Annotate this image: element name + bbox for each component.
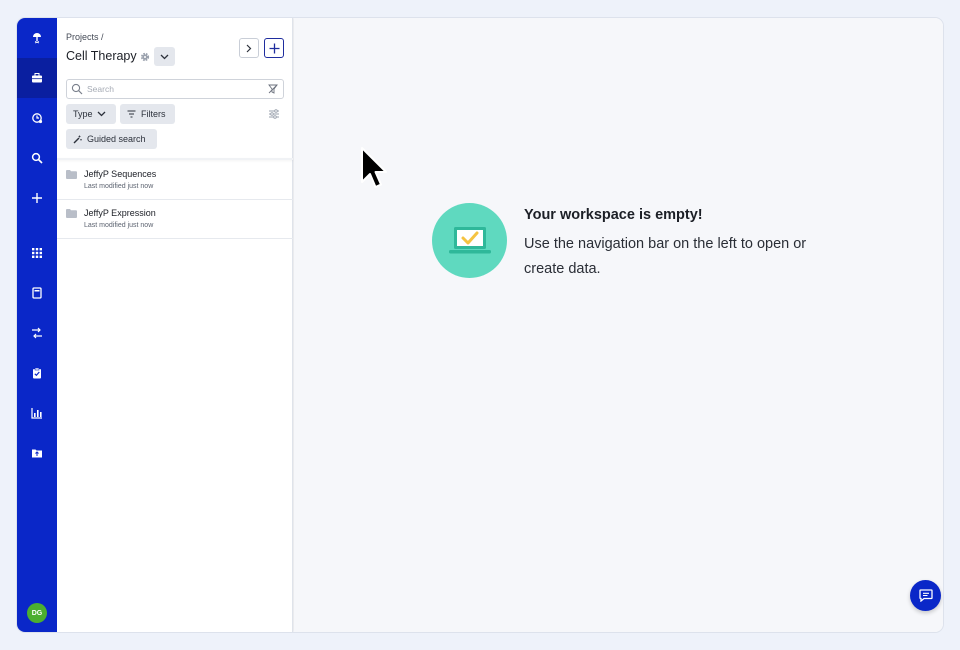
- folder-icon: [66, 209, 77, 218]
- history-icon: [32, 113, 43, 124]
- folder-icon: [66, 170, 77, 179]
- rail-item-import[interactable]: [17, 433, 57, 473]
- list-item[interactable]: JeffyP Sequences Last modified just now: [57, 161, 293, 200]
- search-field: [66, 79, 284, 99]
- list-item[interactable]: JeffyP Expression Last modified just now: [57, 200, 293, 239]
- search-icon: [71, 83, 83, 95]
- folder-upload-icon: [32, 449, 42, 458]
- type-filter-label: Type: [73, 109, 93, 119]
- laptop-check-icon: [448, 226, 491, 253]
- bar-chart-icon: [31, 408, 42, 419]
- search-icon: [31, 152, 43, 164]
- project-panel: Projects / Cell Therapy Type Filters: [57, 18, 293, 632]
- expand-panel-button[interactable]: [239, 38, 259, 58]
- apps-grid-icon: [32, 248, 42, 258]
- list-item-modified: Last modified just now: [84, 183, 154, 190]
- rail-item-apps[interactable]: [17, 233, 57, 273]
- workflow-icon: [32, 327, 42, 339]
- list-item-name: JeffyP Expression: [84, 208, 156, 218]
- empty-state-title: Your workspace is empty!: [524, 207, 703, 223]
- project-title: Cell Therapy: [66, 49, 137, 63]
- filters-button[interactable]: Filters: [120, 104, 175, 124]
- clear-filter-icon[interactable]: [268, 84, 278, 94]
- search-input[interactable]: [87, 81, 257, 97]
- breadcrumb[interactable]: Projects /: [66, 32, 104, 42]
- rail-item-projects[interactable]: [17, 58, 57, 98]
- rail-item-notebook[interactable]: [17, 273, 57, 313]
- panel-divider: [57, 158, 293, 160]
- nav-rail: DG: [17, 18, 57, 632]
- rail-item-create[interactable]: [17, 178, 57, 218]
- guided-search-button[interactable]: Guided search: [66, 129, 157, 149]
- list-item-modified: Last modified just now: [84, 222, 154, 229]
- clipboard-check-icon: [33, 367, 41, 379]
- guided-search-label: Guided search: [87, 134, 146, 144]
- rail-item-insights[interactable]: [17, 393, 57, 433]
- notebook-icon: [32, 287, 42, 299]
- app-window: DG Projects / Cell Therapy Type F: [17, 18, 943, 632]
- rail-logo[interactable]: [17, 18, 57, 58]
- user-avatar[interactable]: DG: [27, 603, 47, 623]
- filter-lines-icon: [127, 110, 136, 118]
- chat-button[interactable]: [910, 580, 941, 611]
- rail-item-search[interactable]: [17, 138, 57, 178]
- lightbulb-logo-icon: [33, 33, 41, 44]
- gear-icon[interactable]: [139, 51, 151, 63]
- magic-wand-icon: [73, 135, 82, 143]
- rail-item-tasks[interactable]: [17, 353, 57, 393]
- workspace: Your workspace is empty! Use the navigat…: [294, 18, 943, 632]
- briefcase-icon: [32, 73, 42, 83]
- plus-icon: [32, 193, 42, 203]
- chevron-down-icon: [160, 54, 169, 59]
- chevron-down-icon: [97, 111, 105, 117]
- add-item-button[interactable]: [264, 38, 284, 58]
- rail-item-workflows[interactable]: [17, 313, 57, 353]
- mouse-cursor-icon: [361, 147, 387, 188]
- project-switcher-button[interactable]: [154, 47, 175, 66]
- sliders-icon[interactable]: [268, 108, 280, 120]
- chevron-right-icon: [246, 44, 252, 52]
- rail-item-recent[interactable]: [17, 98, 57, 138]
- chat-icon: [918, 589, 933, 602]
- filters-label: Filters: [141, 109, 166, 119]
- empty-state-description: Use the navigation bar on the left to op…: [524, 236, 807, 277]
- plus-icon: [269, 43, 279, 53]
- empty-workspace-illustration: [432, 203, 507, 278]
- type-filter-button[interactable]: Type: [66, 104, 116, 124]
- list-item-name: JeffyP Sequences: [84, 169, 157, 179]
